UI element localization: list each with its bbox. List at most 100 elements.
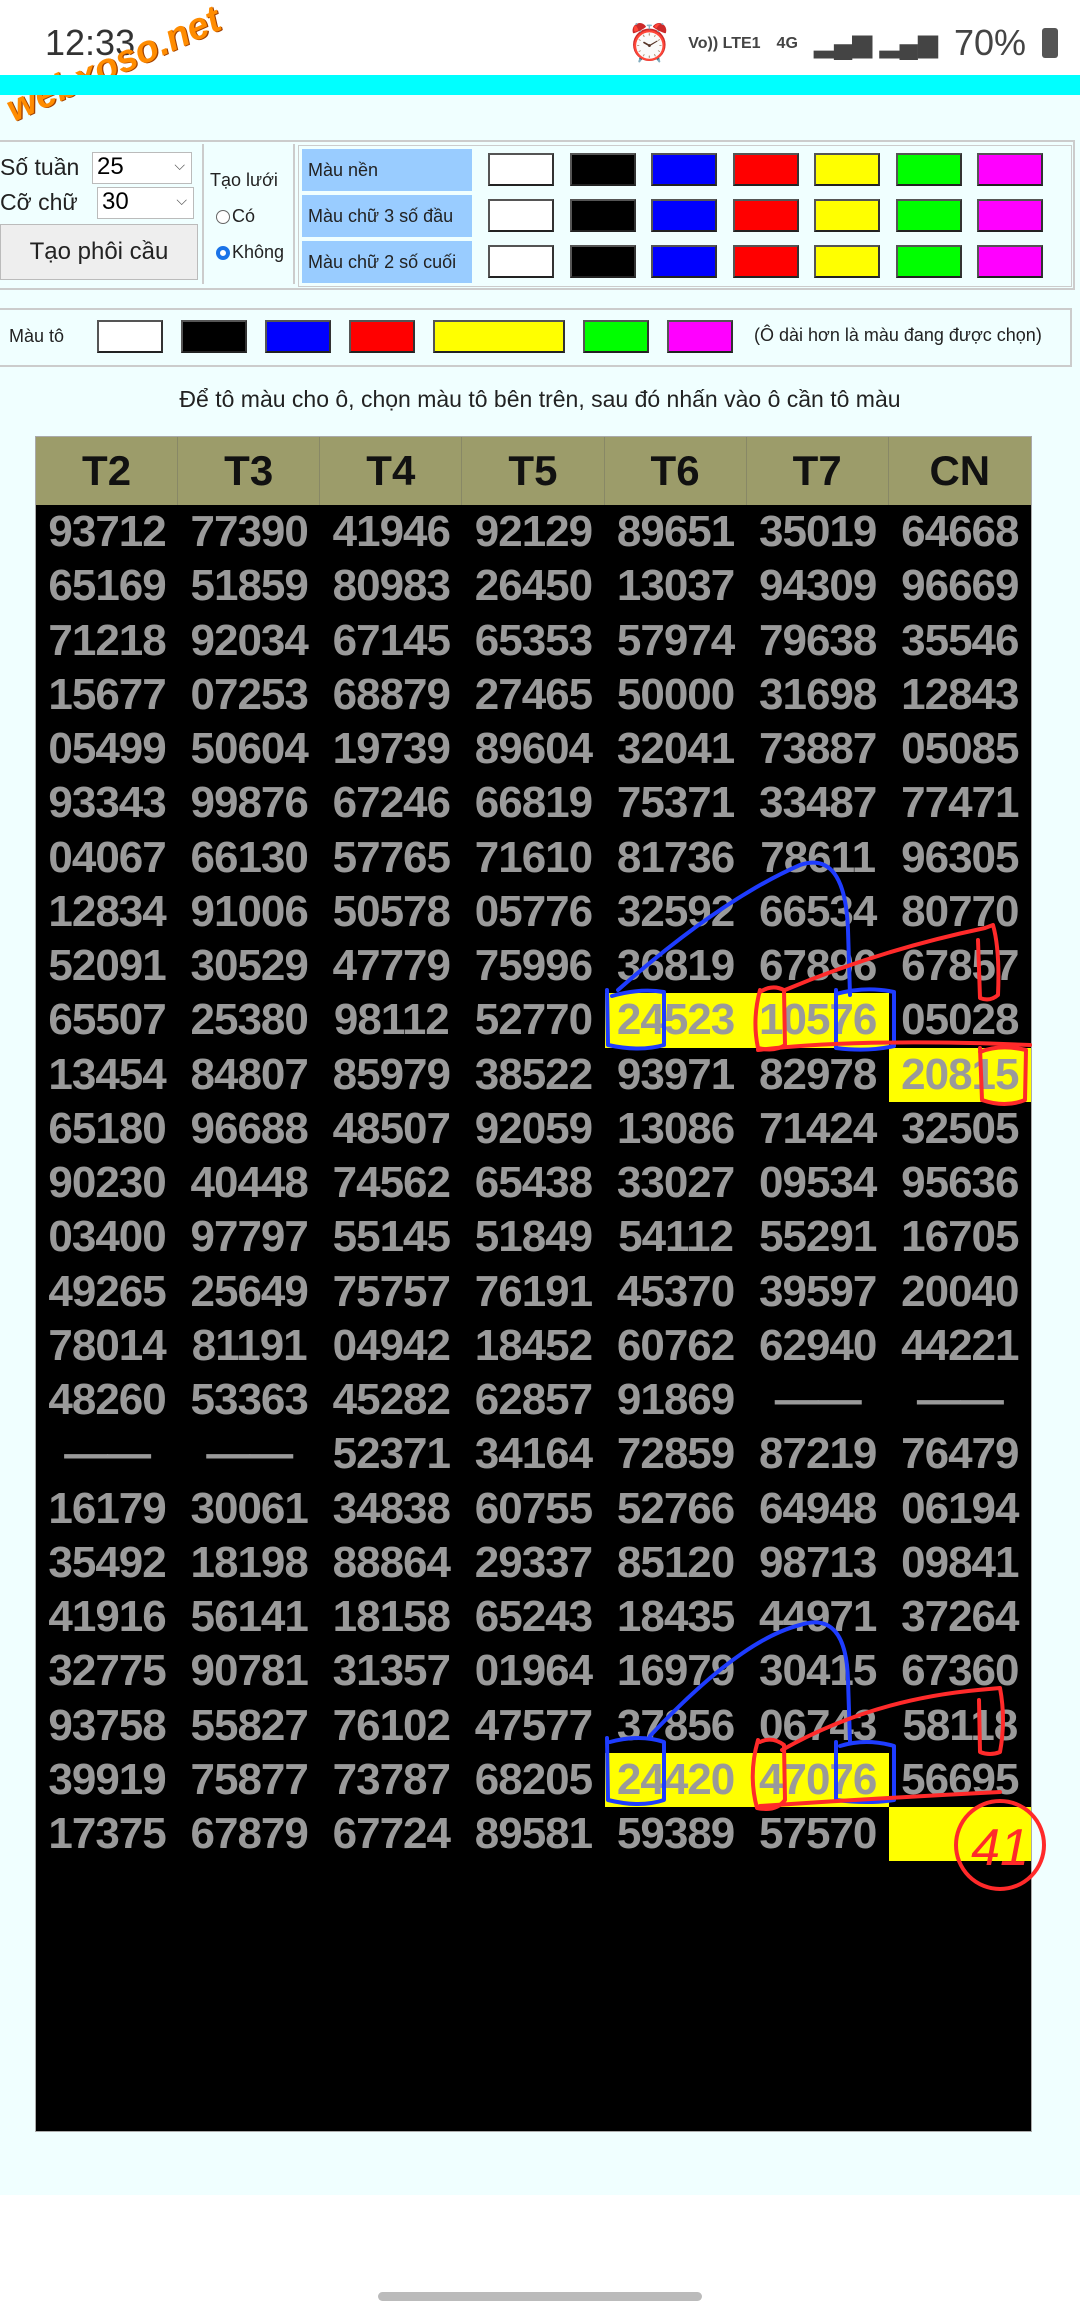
table-cell[interactable]: 44221 — [889, 1319, 1031, 1373]
table-cell[interactable]: 13086 — [605, 1102, 747, 1156]
table-cell[interactable]: 29337 — [462, 1536, 604, 1590]
table-cell[interactable]: 30415 — [747, 1644, 889, 1698]
table-cell[interactable]: 45370 — [605, 1265, 747, 1319]
home-indicator[interactable] — [378, 2292, 702, 2301]
table-cell[interactable]: 91006 — [178, 885, 320, 939]
table-cell[interactable]: 07253 — [178, 668, 320, 722]
color-swatch[interactable] — [651, 153, 717, 186]
table-cell[interactable]: 66819 — [462, 776, 604, 830]
color-swatch[interactable] — [977, 153, 1043, 186]
table-cell[interactable]: 76102 — [320, 1699, 462, 1753]
table-cell[interactable]: 33027 — [605, 1156, 747, 1210]
paint-swatch[interactable] — [349, 320, 415, 353]
table-cell[interactable]: 35546 — [889, 614, 1031, 668]
color-swatch[interactable] — [814, 199, 880, 232]
table-cell[interactable]: 56141 — [178, 1590, 320, 1644]
table-cell[interactable]: 41916 — [36, 1590, 178, 1644]
table-cell[interactable]: 68205 — [462, 1753, 604, 1807]
color-swatch[interactable] — [651, 245, 717, 278]
color-swatch[interactable] — [488, 245, 554, 278]
table-cell[interactable]: 60762 — [605, 1319, 747, 1373]
table-cell[interactable]: 82978 — [747, 1048, 889, 1102]
table-cell[interactable]: 54112 — [605, 1210, 747, 1264]
table-cell[interactable]: 37856 — [605, 1699, 747, 1753]
table-cell[interactable]: 18435 — [605, 1590, 747, 1644]
table-cell[interactable]: 81191 — [178, 1319, 320, 1373]
table-cell[interactable]: 16179 — [36, 1482, 178, 1536]
table-cell[interactable]: 50578 — [320, 885, 462, 939]
table-cell[interactable]: 51859 — [178, 559, 320, 613]
table-cell[interactable]: 65180 — [36, 1102, 178, 1156]
table-cell[interactable]: 34838 — [320, 1482, 462, 1536]
table-cell[interactable]: 97797 — [178, 1210, 320, 1264]
table-cell[interactable]: 09534 — [747, 1156, 889, 1210]
table-cell[interactable]: 05499 — [36, 722, 178, 776]
color-swatch[interactable] — [651, 199, 717, 232]
table-cell[interactable]: 50604 — [178, 722, 320, 776]
table-cell[interactable]: 89604 — [462, 722, 604, 776]
table-cell[interactable]: —— — [747, 1373, 889, 1427]
table-cell[interactable]: 84807 — [178, 1048, 320, 1102]
table-cell[interactable]: 73787 — [320, 1753, 462, 1807]
table-cell[interactable]: 12843 — [889, 668, 1031, 722]
table-cell[interactable]: 04942 — [320, 1319, 462, 1373]
table-cell[interactable]: 01964 — [462, 1644, 604, 1698]
table-cell[interactable]: 57765 — [320, 831, 462, 885]
table-cell[interactable]: 93758 — [36, 1699, 178, 1753]
table-cell[interactable]: 59389 — [605, 1807, 747, 1861]
table-cell[interactable]: 57974 — [605, 614, 747, 668]
table-cell[interactable]: 67246 — [320, 776, 462, 830]
color-swatch[interactable] — [977, 245, 1043, 278]
table-cell[interactable]: 32592 — [605, 885, 747, 939]
table-cell[interactable]: 16979 — [605, 1644, 747, 1698]
table-cell[interactable]: 67879 — [178, 1807, 320, 1861]
table-cell[interactable]: 92034 — [178, 614, 320, 668]
table-cell[interactable]: 67857 — [889, 939, 1031, 993]
table-cell-highlighted[interactable]: 20815 — [888, 1047, 1031, 1102]
table-cell[interactable]: 25380 — [178, 993, 320, 1047]
table-cell[interactable]: 12834 — [36, 885, 178, 939]
table-cell[interactable]: 90781 — [178, 1644, 320, 1698]
table-cell[interactable]: 49265 — [36, 1265, 178, 1319]
table-cell[interactable]: 39919 — [36, 1753, 178, 1807]
table-cell[interactable]: 74562 — [320, 1156, 462, 1210]
table-cell[interactable]: 38522 — [462, 1048, 604, 1102]
table-cell[interactable]: 76479 — [889, 1427, 1031, 1481]
paint-swatch[interactable] — [265, 320, 331, 353]
table-cell[interactable]: 77390 — [178, 505, 320, 559]
table-cell[interactable]: 89651 — [605, 505, 747, 559]
table-cell[interactable]: 31357 — [320, 1644, 462, 1698]
table-cell[interactable]: 30061 — [178, 1482, 320, 1536]
table-cell-highlighted[interactable]: 24420 — [604, 1752, 747, 1807]
table-cell[interactable]: 56695 — [889, 1753, 1031, 1807]
table-cell[interactable]: 79638 — [747, 614, 889, 668]
table-cell-highlighted[interactable]: 10576 — [746, 993, 889, 1048]
color-swatch[interactable] — [977, 199, 1043, 232]
table-cell[interactable]: 65353 — [462, 614, 604, 668]
table-cell[interactable]: 45282 — [320, 1373, 462, 1427]
color-swatch[interactable] — [732, 199, 799, 232]
color-swatch[interactable] — [814, 153, 880, 186]
table-cell[interactable]: 58118 — [889, 1699, 1031, 1753]
table-cell[interactable]: 15677 — [36, 668, 178, 722]
table-cell[interactable]: 35492 — [36, 1536, 178, 1590]
table-cell[interactable]: 25649 — [178, 1265, 320, 1319]
color-swatch[interactable] — [814, 245, 880, 278]
table-cell[interactable]: 75371 — [605, 776, 747, 830]
table-cell[interactable]: 30529 — [178, 939, 320, 993]
table-cell[interactable]: 62857 — [462, 1373, 604, 1427]
color-swatch[interactable] — [569, 245, 636, 278]
table-cell[interactable]: 65438 — [462, 1156, 604, 1210]
table-cell[interactable]: 05776 — [462, 885, 604, 939]
table-cell[interactable]: 52091 — [36, 939, 178, 993]
table-cell[interactable]: 78014 — [36, 1319, 178, 1373]
color-swatch[interactable] — [895, 245, 962, 278]
table-cell[interactable]: 72859 — [605, 1427, 747, 1481]
table-cell[interactable]: 78611 — [747, 831, 889, 885]
table-cell[interactable]: 36819 — [605, 939, 747, 993]
table-cell[interactable]: 64948 — [747, 1482, 889, 1536]
table-cell[interactable]: 55827 — [178, 1699, 320, 1753]
table-cell[interactable]: 67360 — [889, 1644, 1031, 1698]
table-cell[interactable]: 94309 — [747, 559, 889, 613]
table-cell[interactable]: 06743 — [747, 1699, 889, 1753]
